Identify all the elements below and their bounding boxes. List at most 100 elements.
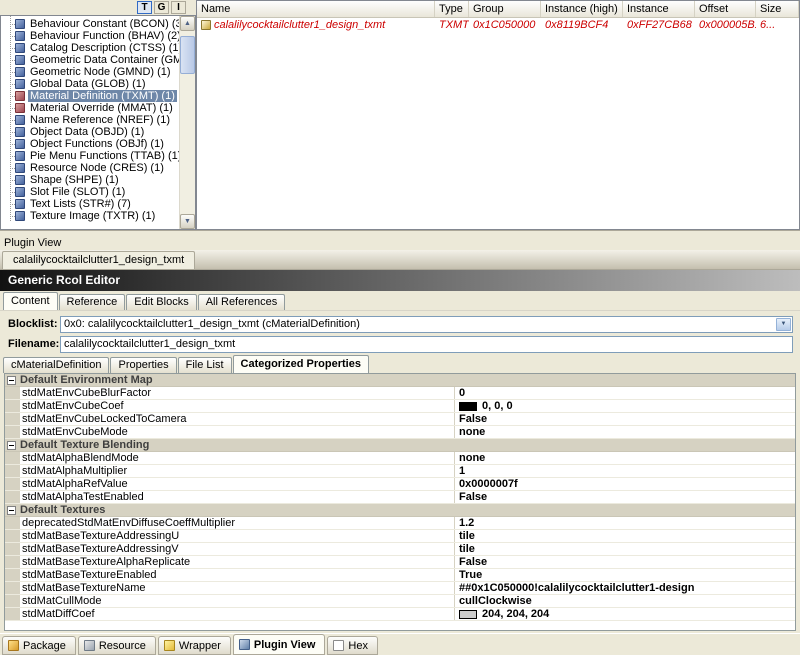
column-header-instance-high[interactable]: Instance (high) xyxy=(541,1,623,17)
scroll-down-icon[interactable]: ▼ xyxy=(180,214,195,229)
property-value[interactable]: cullClockwise xyxy=(455,595,795,607)
property-value[interactable]: False xyxy=(455,413,795,425)
property-row[interactable]: stdMatAlphaRefValue0x0000007f xyxy=(5,478,795,491)
tree-item-glob[interactable]: Global Data (GLOB) (1) xyxy=(1,78,179,90)
collapse-icon[interactable] xyxy=(7,376,16,385)
sort-by-type-button[interactable]: T xyxy=(137,1,152,14)
tab-wrapper[interactable]: Wrapper xyxy=(158,636,231,655)
property-row[interactable]: stdMatAlphaMultiplier1 xyxy=(5,465,795,478)
tab-cmaterialdefinition[interactable]: cMaterialDefinition xyxy=(3,357,109,373)
property-value[interactable]: ##0x1C050000!calalilycocktailclutter1-de… xyxy=(455,582,795,594)
column-header-name[interactable]: Name xyxy=(197,1,435,17)
chevron-down-icon[interactable]: ▼ xyxy=(776,318,791,331)
scroll-up-icon[interactable]: ▲ xyxy=(180,16,195,31)
tree-item-bhav[interactable]: Behaviour Function (BHAV) (2) xyxy=(1,30,179,42)
tree-item-mmat[interactable]: Material Override (MMAT) (1) xyxy=(1,102,179,114)
resource-row[interactable]: calalilycocktailclutter1_design_txmt TXM… xyxy=(197,18,799,32)
category-label: Default Texture Blending xyxy=(20,439,149,451)
property-value[interactable]: 1 xyxy=(455,465,795,477)
property-value[interactable]: 1.2 xyxy=(455,517,795,529)
scrollbar-track[interactable] xyxy=(180,31,195,214)
property-name: stdMatBaseTextureAlphaReplicate xyxy=(20,556,455,568)
tree-item-label: Geometric Data Container (GMDC) (1) xyxy=(28,54,179,66)
property-row[interactable]: stdMatEnvCubeLockedToCameraFalse xyxy=(5,413,795,426)
tab-edit-blocks[interactable]: Edit Blocks xyxy=(126,294,196,310)
property-row[interactable]: deprecatedStdMatEnvDiffuseCoeffMultiplie… xyxy=(5,517,795,530)
property-value[interactable]: False xyxy=(455,556,795,568)
filename-row: Filename: xyxy=(8,335,793,353)
property-value[interactable]: none xyxy=(455,426,795,438)
property-row[interactable]: stdMatCullModecullClockwise xyxy=(5,595,795,608)
property-row[interactable]: stdMatEnvCubeModenone xyxy=(5,426,795,439)
property-value[interactable]: tile xyxy=(455,530,795,542)
property-value[interactable]: none xyxy=(455,452,795,464)
property-value[interactable]: 0 xyxy=(455,387,795,399)
property-value[interactable]: True xyxy=(455,569,795,581)
tree-item-slot[interactable]: Slot File (SLOT) (1) xyxy=(1,186,179,198)
tree-item-txmt-selected[interactable]: Material Definition (TXMT) (1) xyxy=(1,90,179,102)
property-row[interactable]: stdMatAlphaTestEnabledFalse xyxy=(5,491,795,504)
category-default-texture-blending[interactable]: Default Texture Blending xyxy=(5,439,795,452)
tab-all-references[interactable]: All References xyxy=(198,294,286,310)
tab-hex[interactable]: Hex xyxy=(327,636,378,655)
tree-item-gmnd[interactable]: Geometric Node (GMND) (1) xyxy=(1,66,179,78)
tree-scrollbar[interactable]: ▲ ▼ xyxy=(179,16,195,229)
column-header-instance[interactable]: Instance xyxy=(623,1,695,17)
property-value[interactable]: 204, 204, 204 xyxy=(455,608,795,620)
tab-categorized-properties[interactable]: Categorized Properties xyxy=(233,355,369,373)
category-default-textures[interactable]: Default Textures xyxy=(5,504,795,517)
sort-by-group-button[interactable]: G xyxy=(154,1,169,14)
value-text: 0x0000007f xyxy=(459,478,518,490)
column-header-type[interactable]: Type xyxy=(435,1,469,17)
property-value[interactable]: False xyxy=(455,491,795,503)
tree-item-objd[interactable]: Object Data (OBJD) (1) xyxy=(1,126,179,138)
tree-item-objf[interactable]: Object Functions (OBJf) (1) xyxy=(1,138,179,150)
property-row[interactable]: stdMatEnvCubeCoef0, 0, 0 xyxy=(5,400,795,413)
tree-item-str[interactable]: Text Lists (STR#) (7) xyxy=(1,198,179,210)
tree-list: Behaviour Constant (BCON) (3) Behaviour … xyxy=(1,16,179,229)
tab-reference[interactable]: Reference xyxy=(59,294,126,310)
row-gutter xyxy=(5,569,20,581)
property-name: stdMatEnvCubeBlurFactor xyxy=(20,387,455,399)
property-value[interactable]: 0, 0, 0 xyxy=(455,400,795,412)
package-icon xyxy=(8,640,19,651)
tab-plugin-view[interactable]: Plugin View xyxy=(233,634,326,655)
property-row[interactable]: stdMatDiffCoef204, 204, 204 xyxy=(5,608,795,621)
tab-properties[interactable]: Properties xyxy=(110,357,176,373)
tree-item-cres[interactable]: Resource Node (CRES) (1) xyxy=(1,162,179,174)
column-header-group[interactable]: Group xyxy=(469,1,541,17)
sort-by-instance-button[interactable]: I xyxy=(171,1,186,14)
property-value[interactable]: tile xyxy=(455,543,795,555)
collapse-icon[interactable] xyxy=(7,441,16,450)
tree-item-ttab[interactable]: Pie Menu Functions (TTAB) (1) xyxy=(1,150,179,162)
property-row[interactable]: stdMatBaseTextureAddressingVtile xyxy=(5,543,795,556)
tgi-toolbar: T G I xyxy=(0,0,196,15)
property-value[interactable]: 0x0000007f xyxy=(455,478,795,490)
scrollbar-thumb[interactable] xyxy=(180,36,195,74)
property-row[interactable]: stdMatBaseTextureAlphaReplicateFalse xyxy=(5,556,795,569)
resource-instance-high-cell: 0x8119BCF4 xyxy=(541,18,623,32)
tree-item-bcon[interactable]: Behaviour Constant (BCON) (3) xyxy=(1,18,179,30)
tree-item-gmdc[interactable]: Geometric Data Container (GMDC) (1) xyxy=(1,54,179,66)
column-header-offset[interactable]: Offset xyxy=(695,1,756,17)
tab-content[interactable]: Content xyxy=(3,292,58,310)
filename-input[interactable] xyxy=(60,336,793,353)
tab-resource[interactable]: Resource xyxy=(78,636,156,655)
category-default-environment-map[interactable]: Default Environment Map xyxy=(5,374,795,387)
collapse-icon[interactable] xyxy=(7,506,16,515)
property-row[interactable]: stdMatBaseTextureName##0x1C050000!calali… xyxy=(5,582,795,595)
tab-file-list[interactable]: File List xyxy=(178,357,232,373)
property-row[interactable]: stdMatEnvCubeBlurFactor0 xyxy=(5,387,795,400)
column-header-size[interactable]: Size xyxy=(756,1,799,17)
tree-item-ctss[interactable]: Catalog Description (CTSS) (1) xyxy=(1,42,179,54)
tab-package[interactable]: Package xyxy=(2,636,76,655)
tree-item-shpe[interactable]: Shape (SHPE) (1) xyxy=(1,174,179,186)
tree-item-txtr[interactable]: Texture Image (TXTR) (1) xyxy=(1,210,179,222)
property-row[interactable]: stdMatAlphaBlendModenone xyxy=(5,452,795,465)
property-row[interactable]: stdMatBaseTextureEnabledTrue xyxy=(5,569,795,582)
tree-item-label: Object Functions (OBJf) (1) xyxy=(28,138,166,150)
tree-item-nref[interactable]: Name Reference (NREF) (1) xyxy=(1,114,179,126)
property-row[interactable]: stdMatBaseTextureAddressingUtile xyxy=(5,530,795,543)
blocklist-dropdown[interactable]: 0x0: calalilycocktailclutter1_design_txm… xyxy=(60,316,793,333)
document-tab[interactable]: calalilycocktailclutter1_design_txmt xyxy=(2,251,195,269)
